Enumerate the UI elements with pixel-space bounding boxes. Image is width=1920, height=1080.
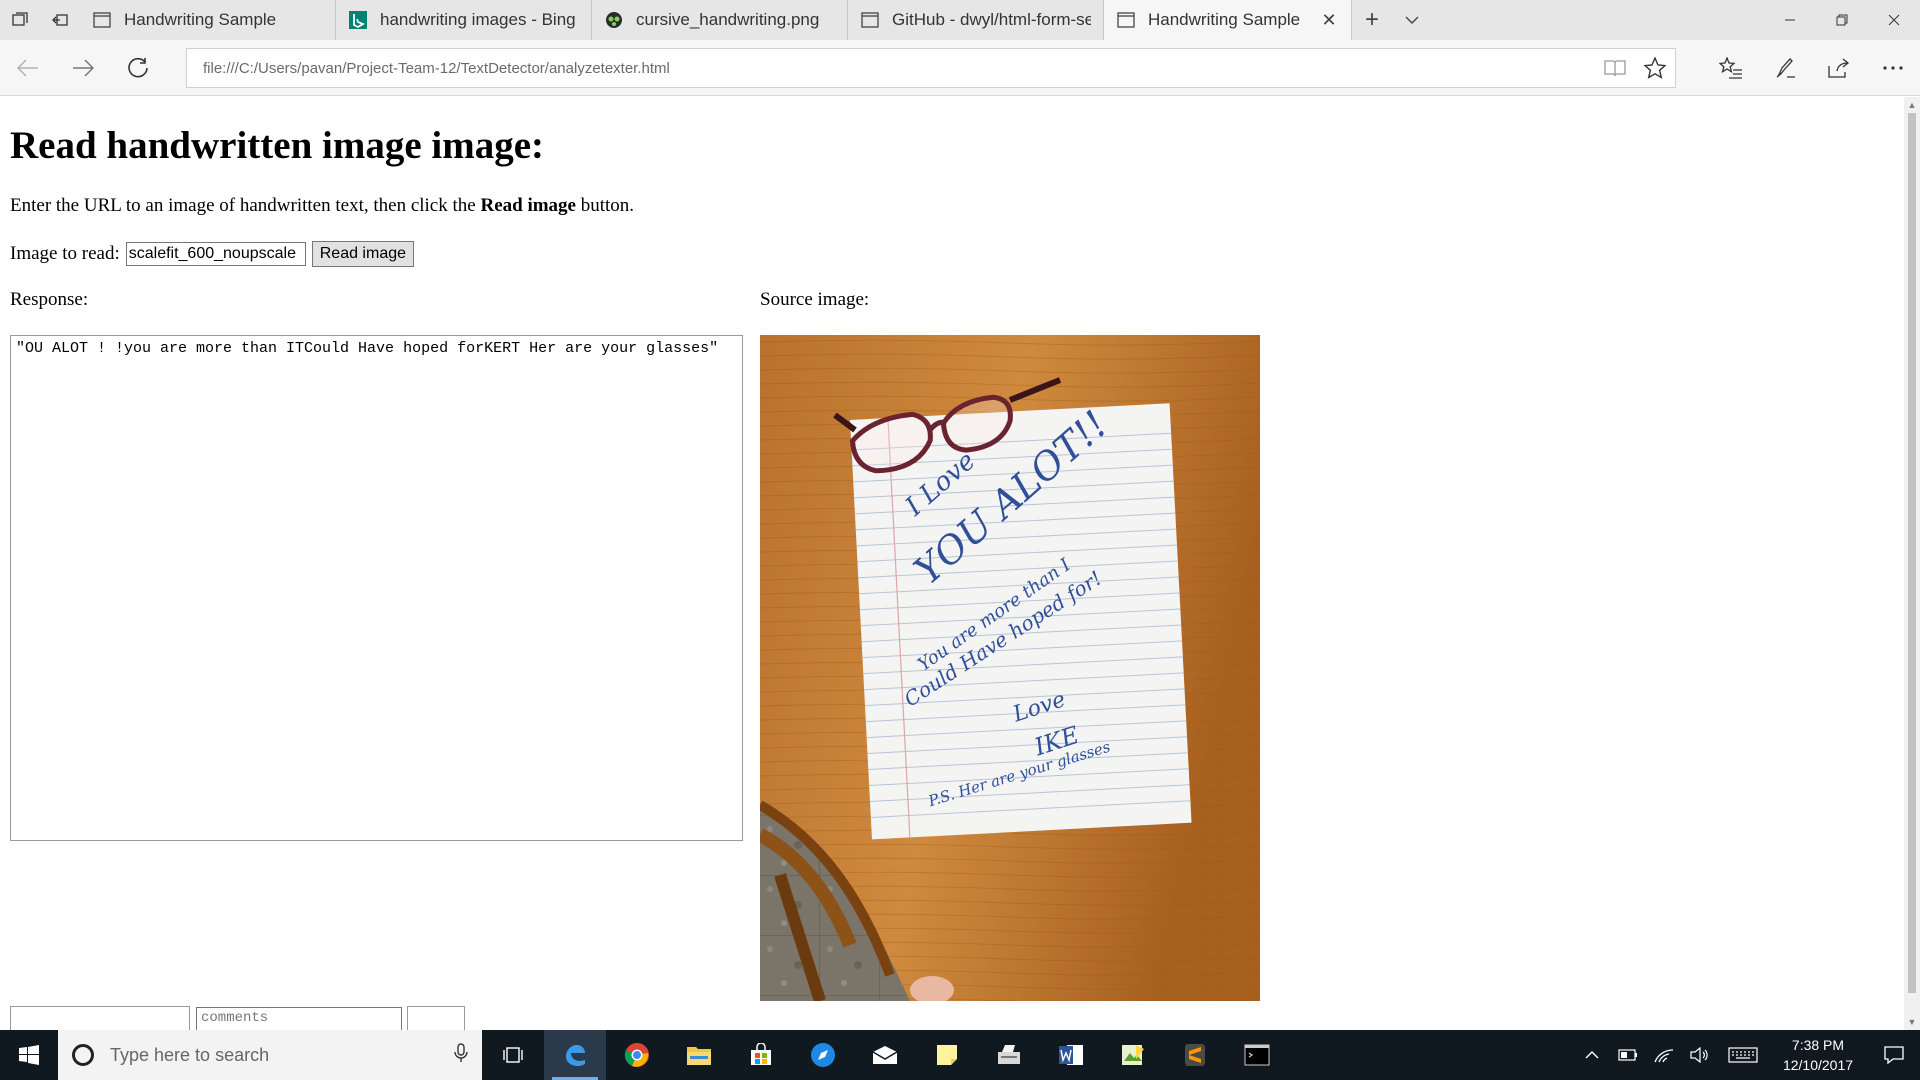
cortana-icon	[72, 1044, 94, 1066]
page-icon	[860, 10, 880, 30]
sublime-text-icon[interactable]	[1164, 1030, 1226, 1080]
photos-paint-icon[interactable]	[1102, 1030, 1164, 1080]
image-url-row: Image to read: Read image	[10, 241, 415, 267]
show-hidden-icons-chevron-icon[interactable]	[1574, 1050, 1610, 1060]
tab-title: cursive_handwriting.png	[636, 10, 820, 29]
tab-title: Handwriting Sample	[124, 10, 277, 29]
file-explorer-icon[interactable]	[668, 1030, 730, 1080]
image-tab-icon	[604, 10, 624, 30]
minimize-icon[interactable]	[1764, 0, 1816, 40]
scrollbar-thumb[interactable]	[1908, 113, 1916, 993]
comments-input[interactable]: comments	[196, 1007, 402, 1030]
reading-view-icon[interactable]	[1595, 59, 1635, 77]
refresh-icon[interactable]	[110, 40, 165, 96]
more-menu-icon[interactable]	[1866, 40, 1920, 96]
source-image: I Love YOU ALOT!! You are more than I Co…	[760, 335, 1260, 1001]
scanner-app-icon[interactable]	[978, 1030, 1040, 1080]
page-title: Read handwritten image image:	[10, 124, 545, 167]
store-icon[interactable]	[730, 1030, 792, 1080]
favorite-star-icon[interactable]	[1635, 57, 1675, 79]
read-image-button[interactable]: Read image	[311, 241, 415, 267]
partial-button	[407, 1006, 465, 1030]
tab-github[interactable]: GitHub - dwyl/html-form-se	[848, 0, 1104, 40]
command-prompt-icon[interactable]	[1226, 1030, 1288, 1080]
tab-bar: Handwriting Sample handwriting images - …	[0, 0, 1920, 40]
taskbar-search-box[interactable]: Type here to search	[58, 1030, 482, 1080]
tab-manager-icon[interactable]	[0, 0, 40, 40]
bing-icon	[348, 10, 368, 30]
system-tray: 7:38 PM 12/10/2017	[1574, 1030, 1920, 1080]
clock-date: 12/10/2017	[1782, 1057, 1854, 1073]
partial-field-left	[10, 1006, 190, 1030]
tab-cursive-png[interactable]: cursive_handwriting.png	[592, 0, 848, 40]
new-tab-icon[interactable]: +	[1352, 0, 1392, 40]
intro-text-end: button.	[575, 195, 635, 216]
task-view-icon[interactable]	[482, 1030, 544, 1080]
edge-browser-icon[interactable]	[544, 1030, 606, 1080]
share-icon[interactable]	[1812, 40, 1866, 96]
windows-taskbar: Type here to search 7:38 PM 12/10/2017	[0, 1030, 1920, 1080]
back-icon[interactable]	[0, 40, 55, 96]
taskbar-search-placeholder: Type here to search	[110, 1044, 270, 1065]
clock-time: 7:38 PM	[1791, 1037, 1845, 1053]
tab-bing-images[interactable]: handwriting images - Bing i	[336, 0, 592, 40]
volume-icon[interactable]	[1682, 1047, 1718, 1063]
microphone-icon[interactable]	[454, 1042, 468, 1068]
forward-icon[interactable]	[55, 40, 110, 96]
favorites-hub-icon[interactable]	[1704, 40, 1758, 96]
instructions-text: Enter the URL to an image of handwritten…	[10, 195, 634, 217]
intro-text-start: Enter the URL to an image of handwritten…	[10, 195, 481, 216]
keyboard-icon[interactable]	[1718, 1047, 1768, 1063]
windows-start-icon[interactable]	[0, 1030, 58, 1080]
image-url-label: Image to read:	[10, 243, 120, 264]
scroll-up-icon[interactable]: ▲	[1904, 97, 1920, 113]
tab-title: Handwriting Sample	[1148, 10, 1301, 29]
set-aside-tabs-icon[interactable]	[40, 0, 80, 40]
chevron-down-icon[interactable]	[1392, 0, 1432, 40]
intro-text-bold: Read image	[480, 195, 576, 216]
close-window-icon[interactable]	[1868, 0, 1920, 40]
action-center-icon[interactable]	[1868, 1046, 1920, 1064]
chrome-icon[interactable]	[606, 1030, 668, 1080]
address-text[interactable]: file:///C:/Users/pavan/Project-Team-12/T…	[203, 60, 1595, 77]
tab-title: GitHub - dwyl/html-form-se	[892, 10, 1091, 29]
page-icon	[1116, 10, 1136, 30]
scroll-down-icon[interactable]: ▼	[1904, 1014, 1920, 1030]
response-label: Response:	[10, 289, 89, 310]
safari-compass-icon[interactable]	[792, 1030, 854, 1080]
image-url-input[interactable]	[125, 242, 306, 266]
page-icon	[92, 10, 112, 30]
wifi-icon[interactable]	[1646, 1047, 1682, 1063]
web-note-pen-icon[interactable]	[1758, 40, 1812, 96]
address-bar[interactable]: file:///C:/Users/pavan/Project-Team-12/T…	[186, 48, 1676, 88]
response-textarea[interactable]: "OU ALOT ! !you are more than ITCould Ha…	[10, 335, 743, 841]
battery-icon[interactable]	[1610, 1049, 1646, 1061]
tab-handwriting-sample-active[interactable]: Handwriting Sample ✕	[1104, 0, 1352, 40]
web-page: Read handwritten image image: Enter the …	[0, 97, 1904, 1030]
source-image-label: Source image:	[760, 289, 870, 310]
tab-handwriting-sample-1[interactable]: Handwriting Sample	[80, 0, 336, 40]
vertical-scrollbar[interactable]: ▲ ▼	[1904, 97, 1920, 1030]
word-icon[interactable]	[1040, 1030, 1102, 1080]
navigation-bar: file:///C:/Users/pavan/Project-Team-12/T…	[0, 40, 1920, 96]
sticky-notes-icon[interactable]	[916, 1030, 978, 1080]
restore-icon[interactable]	[1816, 0, 1868, 40]
tab-title: handwriting images - Bing i	[380, 10, 579, 29]
close-tab-icon[interactable]: ✕	[1319, 10, 1339, 31]
system-clock[interactable]: 7:38 PM 12/10/2017	[1768, 1035, 1868, 1075]
mail-icon[interactable]	[854, 1030, 916, 1080]
